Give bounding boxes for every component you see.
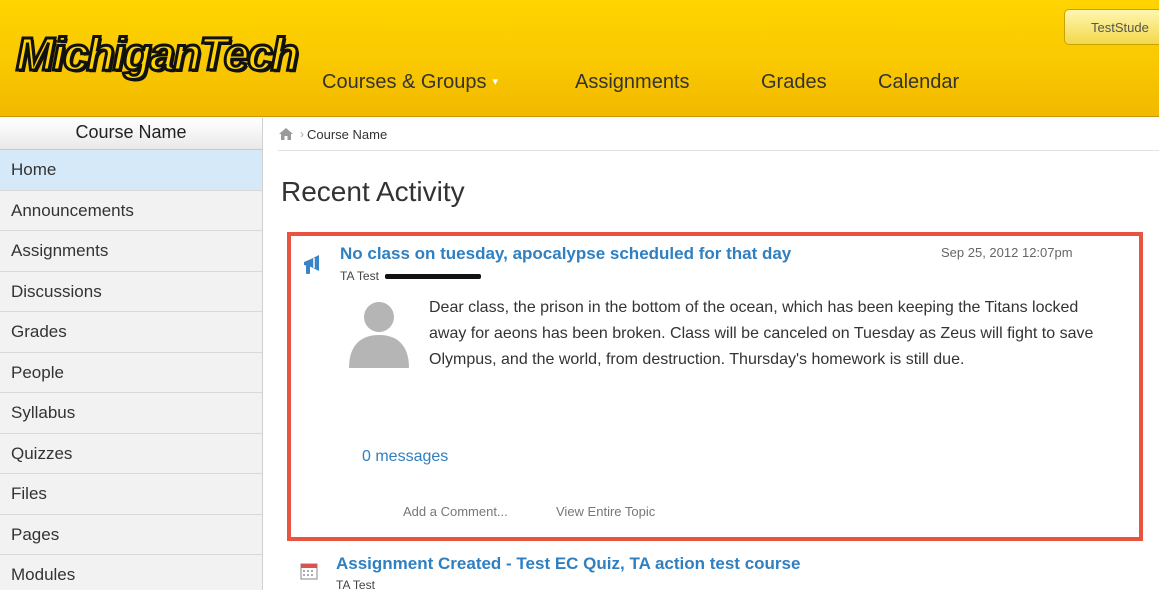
sidebar-item-quizzes[interactable]: Quizzes xyxy=(0,434,262,474)
sidebar-item-modules[interactable]: Modules xyxy=(0,555,262,590)
page-title: Recent Activity xyxy=(281,176,465,207)
home-icon[interactable] xyxy=(278,127,294,141)
megaphone-icon xyxy=(304,255,319,274)
announcement-author: TA Test xyxy=(340,269,481,283)
messages-count-link[interactable]: 0 messages xyxy=(362,448,448,466)
nav-calendar[interactable]: Calendar xyxy=(878,67,959,97)
sidebar-item-grades[interactable]: Grades xyxy=(0,312,262,353)
user-menu-tab[interactable]: TestStude xyxy=(1064,9,1159,45)
announcement-activity-card: No class on tuesday, apocalypse schedule… xyxy=(287,232,1143,541)
sidebar-item-home[interactable]: Home xyxy=(0,150,262,191)
global-header: MichiganTech TestStude Courses & Groups ▾… xyxy=(0,0,1159,117)
announcement-date: Sep 25, 2012 12:07pm xyxy=(941,245,1073,260)
nav-assignments[interactable]: Assignments xyxy=(575,67,690,97)
announcement-title-link[interactable]: No class on tuesday, apocalypse schedule… xyxy=(340,244,791,264)
announcement-body: Dear class, the prison in the bottom of … xyxy=(362,295,1102,379)
add-comment-button[interactable]: Add a Comment... xyxy=(403,504,508,519)
sidebar-item-pages[interactable]: Pages xyxy=(0,515,262,555)
author-name: TA Test xyxy=(340,269,379,283)
chevron-down-icon: ▾ xyxy=(492,76,499,88)
redacted-name-mark xyxy=(384,273,481,279)
sidebar-item-files[interactable]: Files xyxy=(0,474,262,515)
nav-grades[interactable]: Grades xyxy=(761,67,827,97)
sidebar-item-announcements[interactable]: Announcements xyxy=(0,191,262,231)
assignment-author: TA Test xyxy=(336,578,375,590)
michigan-tech-logo[interactable]: MichiganTech xyxy=(15,27,301,82)
breadcrumb-course-name[interactable]: Course Name xyxy=(307,127,387,142)
sidebar-item-assignments[interactable]: Assignments xyxy=(0,231,262,272)
course-sidebar: Course Name Home Announcements Assignmen… xyxy=(0,118,263,590)
nav-courses-groups[interactable]: Courses & Groups ▾ xyxy=(322,67,498,97)
assignment-created-link[interactable]: Assignment Created - Test EC Quiz, TA ac… xyxy=(336,554,800,574)
sidebar-item-people[interactable]: People xyxy=(0,353,262,393)
view-entire-topic-link[interactable]: View Entire Topic xyxy=(556,504,655,519)
sidebar-item-syllabus[interactable]: Syllabus xyxy=(0,393,262,434)
sidebar-course-title: Course Name xyxy=(0,118,262,150)
sidebar-item-discussions[interactable]: Discussions xyxy=(0,272,262,312)
calendar-icon xyxy=(300,563,318,580)
announcement-body-text: Dear class, the prison in the bottom of … xyxy=(429,299,1094,368)
avatar-spacer xyxy=(362,295,429,379)
breadcrumb-separator: › xyxy=(300,127,304,141)
nav-courses-groups-label: Courses & Groups xyxy=(322,71,487,93)
breadcrumb: › Course Name xyxy=(278,118,1159,151)
